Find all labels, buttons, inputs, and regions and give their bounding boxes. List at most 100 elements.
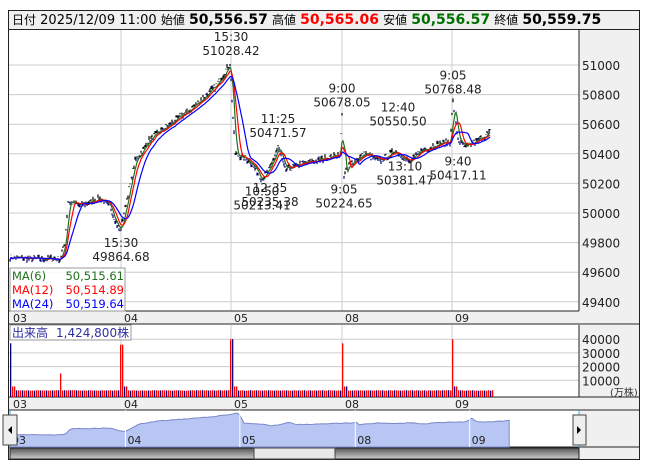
volume-bar <box>474 390 476 397</box>
volume-bar <box>172 390 174 397</box>
volume-bar <box>388 390 390 397</box>
volume-bar <box>108 390 110 397</box>
volume-bar <box>384 390 386 397</box>
volume-bar <box>204 390 206 397</box>
volume-bar <box>188 390 190 397</box>
volume-bar <box>462 390 464 397</box>
volume-bar <box>356 390 358 397</box>
volume-bar <box>360 390 362 397</box>
volume-bar <box>156 390 158 397</box>
volume-bar <box>158 390 160 397</box>
volume-bar <box>402 390 404 397</box>
volume-bar <box>238 390 240 397</box>
volume-bar <box>316 390 318 397</box>
volume-bar <box>324 390 326 397</box>
volume-bar <box>334 390 336 397</box>
volume-bar <box>160 390 162 397</box>
navigator-date-label: 08 <box>357 434 371 447</box>
volume-bar <box>406 390 408 397</box>
date-tick-label: 05 <box>234 312 248 325</box>
volume-bar <box>346 386 348 397</box>
annotation-time: 13:10 <box>388 160 423 174</box>
volume-bar <box>62 390 64 397</box>
volume-bar <box>478 390 480 397</box>
volume-bar <box>416 390 418 397</box>
volume-bar <box>142 390 144 397</box>
volume-bar <box>114 390 116 397</box>
volume-bar <box>182 390 184 397</box>
volume-bar <box>136 390 138 397</box>
volume-bar <box>184 390 186 397</box>
navigator-date-label: 04 <box>127 434 141 447</box>
volume-bar <box>350 390 352 397</box>
volume-bar <box>198 390 200 397</box>
volume-bar <box>332 390 334 397</box>
price-tick-label: 50400 <box>582 148 620 162</box>
volume-bar <box>66 390 68 397</box>
volume-bar <box>84 390 86 397</box>
scrollbar-thumb[interactable] <box>253 447 336 460</box>
volume-bar <box>268 390 270 397</box>
volume-bar <box>452 339 454 397</box>
volume-bar <box>340 390 342 397</box>
volume-bar <box>278 390 280 397</box>
volume-bar <box>226 390 228 397</box>
volume-bar <box>244 390 246 397</box>
volume-bar <box>366 390 368 397</box>
chart-canvas[interactable]: 51000 50800 50600 50400 50200 50000 49800 49600… <box>0 0 653 470</box>
volume-bar <box>488 390 490 397</box>
date-tick-label: 04 <box>124 398 138 411</box>
volume-bar <box>194 390 196 397</box>
volume-bar <box>134 390 136 397</box>
volume-bar <box>228 390 230 397</box>
volume-bar <box>464 390 466 397</box>
volume-bar <box>36 390 38 397</box>
volume-bar <box>214 390 216 397</box>
volume-bar <box>146 390 148 397</box>
volume-bar <box>190 390 192 397</box>
volume-bar <box>88 390 90 397</box>
volume-bar <box>480 390 482 397</box>
volume-bar <box>320 390 322 397</box>
volume-bar <box>460 390 462 397</box>
volume-bar <box>32 390 34 397</box>
volume-bar <box>140 390 142 397</box>
scroll-right-button[interactable] <box>572 414 587 446</box>
annotation-time: 9:40 <box>445 154 472 168</box>
annotation-time: 9:00 <box>329 82 356 96</box>
date-axis-panel-2 <box>9 397 639 410</box>
volume-bar <box>120 344 122 397</box>
volume-bar <box>490 390 492 397</box>
volume-bar <box>16 390 18 397</box>
volume-bar <box>234 386 236 397</box>
price-tick-label: 49800 <box>582 237 620 251</box>
volume-bar <box>380 390 382 397</box>
ma-legend-value: 50,515.61 <box>65 269 124 283</box>
volume-bar <box>344 386 346 397</box>
annotation-price: 50471.57 <box>249 126 306 140</box>
volume-bar <box>466 390 468 397</box>
volume-bar <box>22 390 24 397</box>
volume-bar <box>486 390 488 397</box>
volume-bar <box>414 390 416 397</box>
volume-bar <box>50 390 52 397</box>
volume-bar <box>92 390 94 397</box>
price-tick-label: 50800 <box>582 89 620 103</box>
volume-value: 1,424,800株 <box>56 325 129 340</box>
scroll-left-button[interactable] <box>2 414 18 446</box>
volume-bar <box>300 390 302 397</box>
volume-tick-label: 20000 <box>582 361 620 375</box>
volume-bar <box>220 390 222 397</box>
volume-bar <box>288 390 290 397</box>
navigator-area <box>9 412 510 448</box>
volume-bar <box>364 390 366 397</box>
volume-bar <box>176 390 178 397</box>
volume-bar <box>152 390 154 397</box>
volume-bar <box>426 390 428 397</box>
volume-bar <box>294 390 296 397</box>
ma-legend-value: 50,514.89 <box>65 283 124 297</box>
volume-bar <box>264 390 266 397</box>
volume-bar <box>18 390 20 397</box>
volume-bar <box>354 390 356 397</box>
volume-bar <box>170 390 172 397</box>
